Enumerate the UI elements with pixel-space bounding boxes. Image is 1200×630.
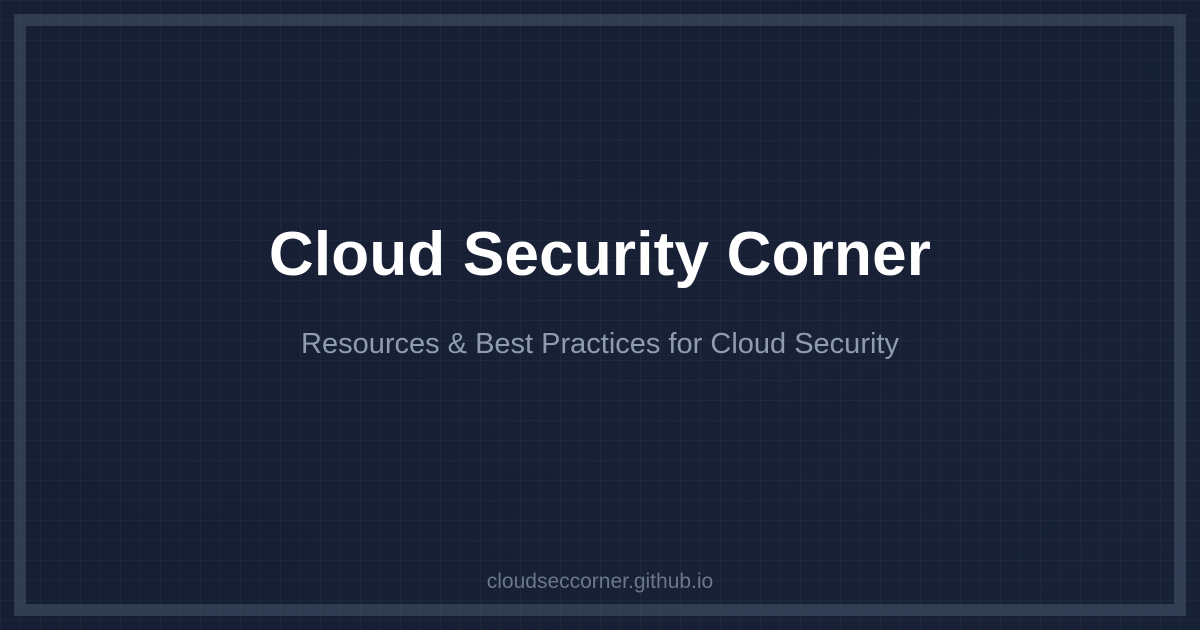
- site-title: Cloud Security Corner: [268, 220, 932, 289]
- site-url: cloudseccorner.github.io: [486, 570, 714, 593]
- site-tagline: Resources & Best Practices for Cloud Sec…: [301, 328, 899, 360]
- social-card: Cloud Security Corner Resources & Best P…: [0, 0, 1200, 630]
- card-frame: [14, 14, 1186, 616]
